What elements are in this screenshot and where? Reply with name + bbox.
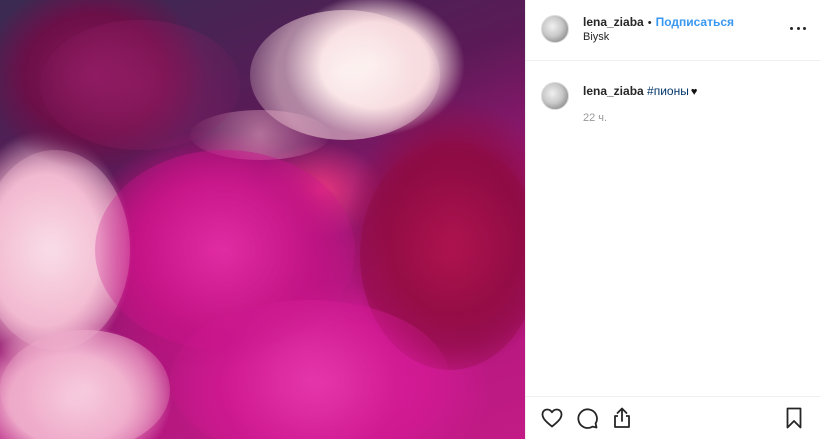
peony-dark bbox=[40, 20, 240, 150]
bookmark-icon[interactable] bbox=[782, 406, 806, 430]
instagram-post: lena_ziaba • Подписаться Biysk lena_ziaba … bbox=[0, 0, 820, 439]
post-time: 22 ч. bbox=[583, 112, 608, 124]
post-header: lena_ziaba • Подписаться Biysk bbox=[526, 0, 820, 61]
heart-emoji: ♥ bbox=[690, 86, 698, 98]
more-dot bbox=[796, 26, 800, 30]
hashtag-link[interactable]: #пионы bbox=[647, 84, 689, 98]
post-photo[interactable] bbox=[0, 0, 525, 439]
share-icon[interactable] bbox=[610, 406, 634, 430]
follow-button[interactable]: Подписаться bbox=[656, 15, 734, 29]
more-dot bbox=[790, 26, 793, 30]
more-icon[interactable] bbox=[790, 20, 806, 36]
location-link[interactable]: Biysk bbox=[583, 31, 609, 43]
username-link[interactable]: lena_ziaba bbox=[583, 15, 644, 29]
heart-icon[interactable] bbox=[540, 406, 564, 430]
caption-avatar[interactable] bbox=[541, 82, 569, 110]
peony-pink-bottom-left bbox=[0, 330, 170, 439]
action-bar bbox=[526, 396, 820, 439]
caption-username-link[interactable]: lena_ziaba bbox=[583, 84, 644, 98]
more-dot bbox=[803, 26, 806, 30]
comment-icon[interactable] bbox=[575, 406, 599, 430]
avatar[interactable] bbox=[541, 15, 569, 43]
separator-dot: • bbox=[647, 17, 652, 29]
caption-text: lena_ziaba #пионы ♥ bbox=[583, 84, 697, 100]
post-sidebar: lena_ziaba • Подписаться Biysk lena_ziaba … bbox=[525, 0, 820, 439]
header-line: lena_ziaba • Подписаться bbox=[583, 15, 734, 31]
